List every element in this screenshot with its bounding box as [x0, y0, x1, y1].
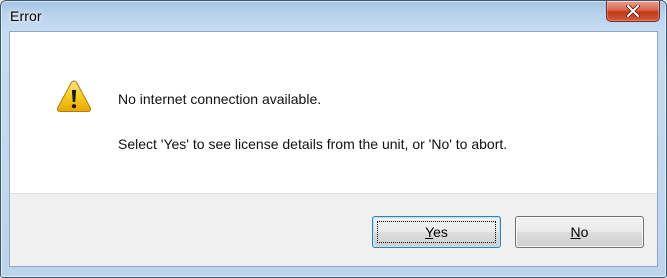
message-line-2: Select 'Yes' to see license details from… — [118, 136, 508, 152]
no-label-rest: o — [580, 224, 589, 240]
dialog-client-area: No internet connection available. Select… — [9, 31, 658, 267]
no-button[interactable]: No — [515, 216, 644, 248]
yes-button-label: Yes — [425, 224, 448, 240]
yes-label-rest: es — [433, 224, 448, 240]
message-line-1: No internet connection available. — [118, 91, 322, 107]
button-bar: Yes No — [10, 193, 657, 266]
yes-mnemonic: Y — [425, 224, 434, 240]
close-icon — [626, 5, 640, 17]
no-button-label: No — [571, 224, 589, 240]
no-mnemonic: N — [570, 224, 581, 240]
window-title: Error — [10, 8, 42, 24]
warning-icon — [56, 80, 92, 112]
close-button[interactable] — [606, 1, 660, 22]
message-panel: No internet connection available. Select… — [10, 32, 657, 193]
yes-button[interactable]: Yes — [372, 216, 501, 248]
title-bar[interactable]: Error — [1, 1, 666, 31]
error-dialog-window: Error No internet connection available. … — [0, 0, 667, 278]
